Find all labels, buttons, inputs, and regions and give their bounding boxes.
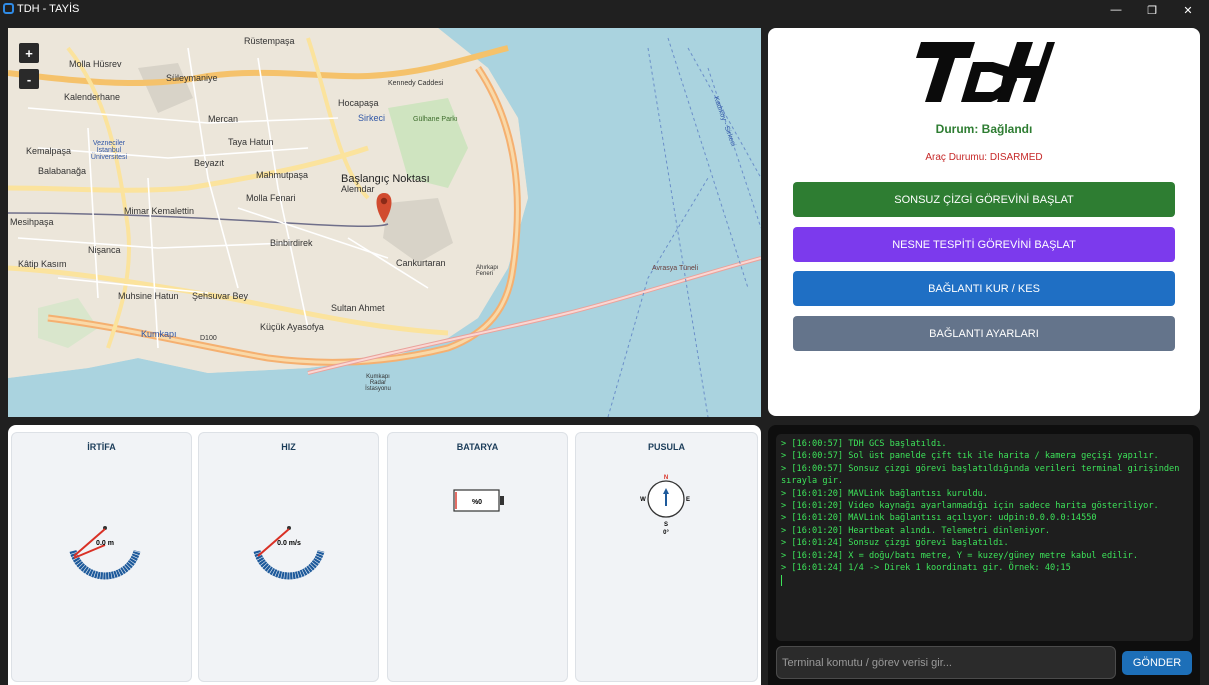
compass-south: S xyxy=(664,522,668,528)
map-label: Avrasya Tüneli xyxy=(652,265,699,272)
map-label: Küçük Ayasofya xyxy=(260,322,324,332)
map-label: Molla Hüsrev xyxy=(69,59,122,69)
map-label: Nişanca xyxy=(88,245,121,255)
altitude-gauge: 0.0 m xyxy=(69,526,141,580)
map-label: Muhsine Hatun xyxy=(118,291,179,301)
connect-toggle-button[interactable]: BAĞLANTI KUR / KES xyxy=(793,271,1175,306)
altitude-readout: 0.0 m xyxy=(96,540,114,547)
map-label: Mimar Kemalettin xyxy=(124,206,195,216)
map-label: Mahmutpaşa xyxy=(256,170,309,180)
close-button[interactable]: ✕ xyxy=(1170,0,1206,20)
app-icon xyxy=(3,3,14,14)
speed-card: HIZ 0.0 m/s xyxy=(198,432,379,682)
map-label: Gülhane Parkı xyxy=(413,116,458,123)
title-bar: TDH - TAYİS — ❐ ✕ xyxy=(0,0,1209,20)
map-label: Mercan xyxy=(208,114,239,124)
map-label: Molla Fenari xyxy=(246,193,296,203)
zoom-in-button[interactable]: + xyxy=(19,43,39,63)
map-label: Kumkapı Radar İstasyonu xyxy=(365,374,391,392)
log-line: > [16:01:20] Heartbeat alındı. Telemetri… xyxy=(781,525,1051,536)
map-label: Cankurtaran xyxy=(396,258,446,268)
map-label: Binbirdirek xyxy=(270,238,313,248)
log-line: > [16:01:20] Video kaynağı ayarlanmadığı… xyxy=(781,501,1159,512)
connection-settings-button[interactable]: BAĞLANTI AYARLARI xyxy=(793,316,1175,351)
terminal-panel: > [16:00:57] TDH GCS başlatıldı. > [16:0… xyxy=(768,425,1200,685)
compass-card: PUSULA N S E W 0° xyxy=(575,432,758,682)
text-cursor xyxy=(781,575,782,587)
tdh-logo xyxy=(916,42,1055,102)
window-title: TDH - TAYİS xyxy=(17,3,80,15)
speed-gauge: 0.0 m/s xyxy=(253,526,325,580)
control-panel: Durum: Bağlandı Araç Durumu: DISARMED SO… xyxy=(768,28,1200,416)
log-line: > [16:00:57] Sonsuz çizgi görevi başlatı… xyxy=(781,463,1185,487)
connection-status: Durum: Bağlandı xyxy=(935,122,1033,136)
map-label: Alemdar xyxy=(341,184,375,194)
map-label: Hocapaşa xyxy=(338,98,379,108)
minimize-button[interactable]: — xyxy=(1098,0,1134,20)
map-label: D100 xyxy=(200,335,217,342)
map-tiles xyxy=(8,28,761,417)
log-line: > [16:01:24] Sonsuz çizgi görevi başlatı… xyxy=(781,538,1009,549)
map-label: Balabanağa xyxy=(38,166,87,176)
compass-north: N xyxy=(664,475,668,481)
maximize-button[interactable]: ❐ xyxy=(1134,0,1170,20)
compass-heading: 0° xyxy=(663,530,669,536)
map-label: Kumkapı xyxy=(141,329,177,339)
log-line: > [16:00:57] Sol üst panelde çift tık il… xyxy=(781,451,1159,462)
log-line: > [16:01:20] MAVLink bağlantısı kuruldu. xyxy=(781,488,988,499)
log-line: > [16:00:57] TDH GCS başlatıldı. xyxy=(781,439,947,449)
map-label: Beyazıt xyxy=(194,158,225,168)
map-label: Kennedy Caddesi xyxy=(388,80,444,87)
terminal-output[interactable]: > [16:00:57] TDH GCS başlatıldı. > [16:0… xyxy=(776,434,1193,641)
terminal-command-input[interactable] xyxy=(776,646,1116,679)
log-line: > [16:01:24] 1/4 -> Direk 1 koordinatı g… xyxy=(781,563,1071,574)
map-label: Kâtip Kasım xyxy=(18,259,67,269)
map-label: Ahırkapı Feneri xyxy=(476,265,499,277)
map-label: Mesihpaşa xyxy=(10,217,54,227)
start-infinite-line-button[interactable]: SONSUZ ÇİZGİ GÖREVİNİ BAŞLAT xyxy=(793,182,1175,217)
compass-dial: N S E W 0° xyxy=(640,475,690,536)
instruments-panel: İRTİFA 0.0 m HIZ 0.0 m/s BATARYA %0 PUSU… xyxy=(8,425,761,685)
map-label: Kemalpaşa xyxy=(26,146,72,156)
map-label: Rüstempaşa xyxy=(244,36,295,46)
map-label: Taya Hatun xyxy=(228,137,274,147)
send-button[interactable]: GÖNDER xyxy=(1122,651,1192,675)
map-label: Sirkeci xyxy=(358,113,386,123)
map-label: Sultan Ahmet xyxy=(331,303,385,313)
zoom-out-button[interactable]: - xyxy=(19,69,39,89)
vehicle-status: Araç Durumu: DISARMED xyxy=(925,152,1043,163)
speed-readout: 0.0 m/s xyxy=(277,540,301,547)
start-object-detection-button[interactable]: NESNE TESPİTİ GÖREVİNİ BAŞLAT xyxy=(793,227,1175,262)
map-label: Vezneciler İstanbul Üniversitesi xyxy=(90,140,128,161)
map-label: Şehsuvar Bey xyxy=(192,291,249,301)
map-label: Kalenderhane xyxy=(64,92,121,102)
map-view[interactable]: + - Başlangıç Noktası Rüstempaşa Molla H… xyxy=(8,28,761,417)
map-label: Süleymaniye xyxy=(166,73,218,83)
battery-icon: %0 xyxy=(453,489,504,512)
log-line: > [16:01:20] MAVLink bağlantısı açılıyor… xyxy=(781,513,1097,524)
compass-west: W xyxy=(640,497,646,503)
log-line: > [16:01:24] X = doğu/batı metre, Y = ku… xyxy=(781,550,1138,561)
battery-card: BATARYA %0 xyxy=(387,432,568,682)
compass-east: E xyxy=(686,497,690,503)
altitude-card: İRTİFA 0.0 m xyxy=(11,432,192,682)
battery-readout: %0 xyxy=(472,499,482,506)
